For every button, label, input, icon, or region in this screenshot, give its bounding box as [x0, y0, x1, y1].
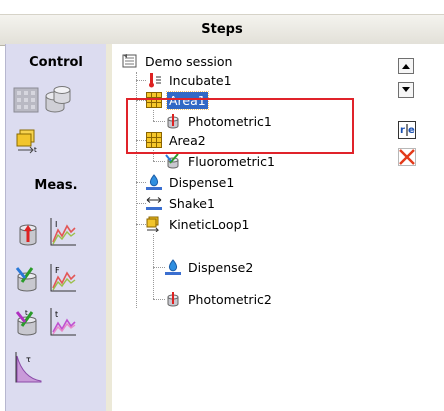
tree-connector: [136, 182, 146, 183]
tree-connector: [136, 80, 146, 81]
fluorescence-single-icon[interactable]: [13, 264, 41, 294]
tool-sidebar: Control t Meas. I F t t τ: [5, 44, 107, 411]
tree-item-incubate1[interactable]: Incubate1: [146, 70, 234, 90]
control-heading: Control: [29, 55, 83, 70]
move-up-icon: [401, 59, 411, 73]
move-down-button[interactable]: [398, 82, 414, 98]
svg-text:r: r: [400, 125, 405, 136]
delete-button[interactable]: [398, 148, 416, 166]
tree-item-label: Incubate1: [169, 72, 232, 88]
kinetic-loop-icon: [146, 216, 162, 233]
svg-text:τ: τ: [26, 355, 31, 364]
tree-item-label: Shake1: [169, 195, 215, 211]
svg-text:t: t: [25, 309, 28, 317]
absorbance-single-icon[interactable]: [16, 220, 40, 248]
tree-item-label: Dispense2: [188, 259, 254, 275]
delete-icon: [398, 148, 416, 169]
dispense-icon: [165, 259, 181, 275]
rename-icon: re: [398, 121, 416, 142]
luminescence-single-icon[interactable]: t: [13, 306, 41, 338]
steps-header: Steps: [0, 14, 444, 46]
svg-text:F: F: [55, 266, 60, 275]
highlight-box: [126, 98, 354, 154]
move-plate-icon[interactable]: t: [14, 128, 40, 154]
tree-item-photometric2[interactable]: Photometric2: [165, 289, 274, 309]
tree-connector: [153, 161, 165, 162]
move-down-icon: [401, 83, 411, 97]
photometric-icon: [165, 291, 181, 307]
shake-icon: [146, 195, 162, 211]
tree-item-label: Photometric2: [188, 291, 272, 307]
steps-window: Steps Control t Meas. I F t t τ Demo ses…: [0, 0, 444, 411]
move-up-button[interactable]: [398, 58, 414, 74]
dispense-icon: [146, 174, 162, 190]
rename-button[interactable]: re: [398, 121, 416, 139]
luminescence-curve-icon[interactable]: t: [48, 306, 78, 338]
tree-item-dispense1[interactable]: Dispense1: [146, 172, 236, 192]
session-icon: [122, 53, 138, 69]
steps-title: Steps: [201, 22, 243, 37]
tree-item-kineticloop1[interactable]: KineticLoop1: [146, 214, 251, 234]
tree-item-shake1[interactable]: Shake1: [146, 193, 217, 213]
tree-item-label: Fluorometric1: [188, 153, 275, 169]
fluorescence-curve-icon[interactable]: F: [48, 262, 78, 294]
incubate-icon: [146, 72, 162, 88]
tree-item-fluorometric1[interactable]: Fluorometric1: [165, 151, 277, 171]
svg-text:I: I: [55, 220, 57, 229]
plate-icon[interactable]: [13, 87, 39, 113]
tree-item-dispense2[interactable]: Dispense2: [165, 257, 255, 277]
svg-text:e: e: [408, 125, 415, 136]
tree-root[interactable]: Demo session: [122, 51, 234, 71]
tree-connector: [136, 224, 146, 225]
tree-connector: [136, 203, 146, 204]
tree-connector: [153, 267, 165, 268]
fluorometric-icon: [165, 153, 181, 169]
svg-text:t: t: [34, 146, 37, 154]
tree-item-label: Dispense1: [169, 174, 235, 190]
tree-item-label: KineticLoop1: [169, 216, 250, 232]
svg-text:t: t: [55, 310, 58, 319]
meas-heading: Meas.: [34, 178, 78, 193]
tree-connector: [153, 299, 165, 300]
absorbance-curve-icon[interactable]: I: [48, 216, 78, 248]
tree-root-label: Demo session: [145, 53, 233, 69]
decay-curve-icon[interactable]: τ: [14, 350, 42, 384]
cylinder-icon[interactable]: [42, 84, 72, 114]
